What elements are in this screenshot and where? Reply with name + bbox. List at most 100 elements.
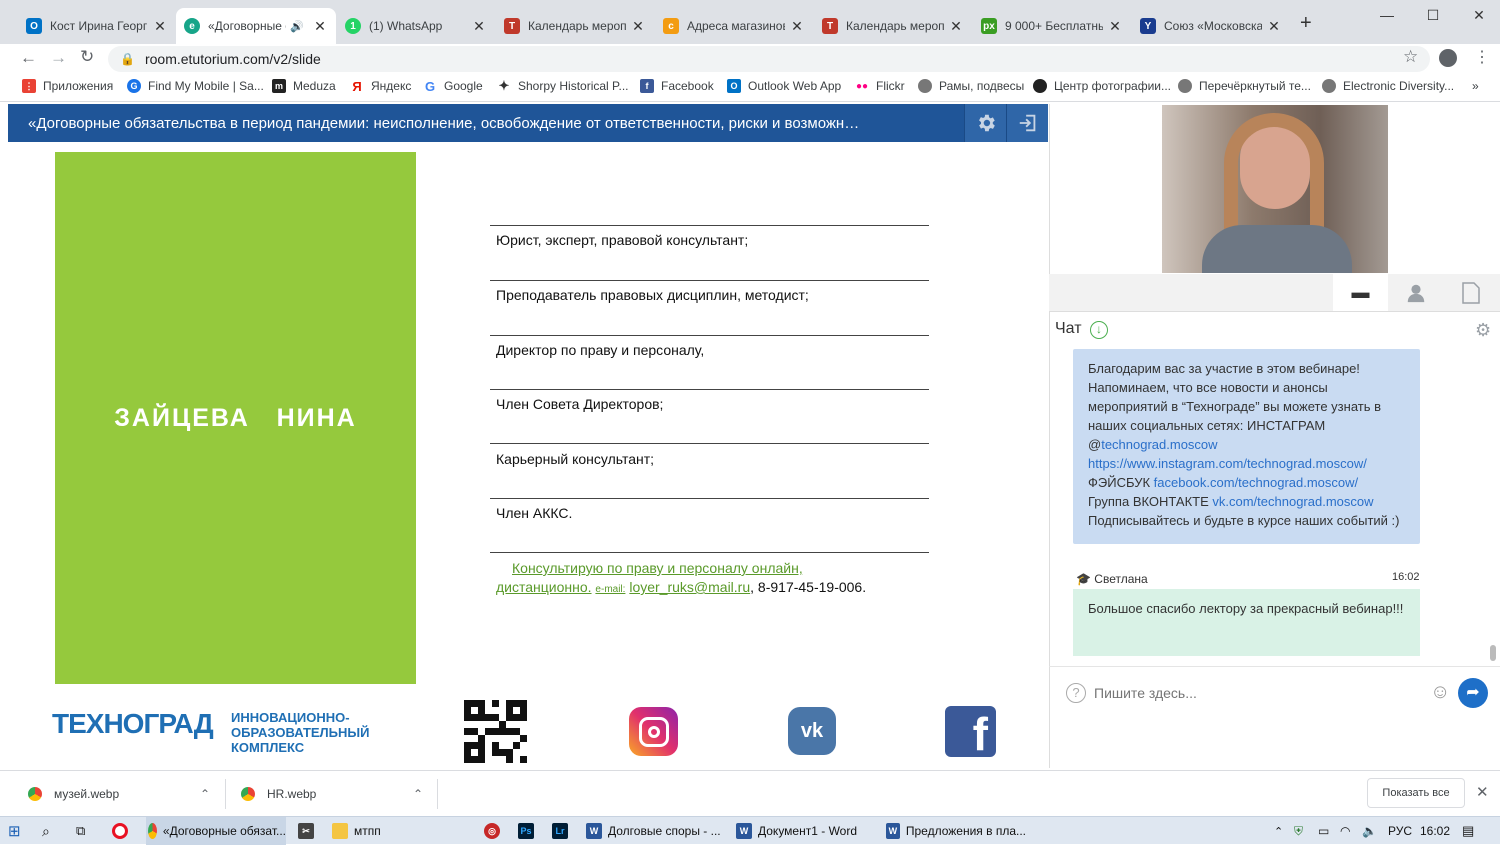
divider [490, 225, 929, 226]
tab[interactable]: T Календарь меропр ✕ [814, 8, 972, 44]
chevron-up-icon[interactable]: ⌃ [200, 787, 210, 801]
profile-icon[interactable] [1439, 49, 1457, 67]
chat-link[interactable]: vk.com/technograd.moscow [1212, 494, 1373, 509]
wifi-icon[interactable]: ◠ [1340, 817, 1350, 845]
language-indicator[interactable]: РУС [1388, 817, 1412, 845]
chat-settings-icon[interactable]: ⚙ [1475, 320, 1491, 341]
task-view-icon[interactable]: ⧉ [76, 817, 85, 845]
bookmark-item[interactable]: G Google [423, 79, 483, 94]
bookmark-item[interactable]: ✦ Shorpy Historical P... [497, 78, 629, 93]
close-window-button[interactable]: ✕ [1456, 0, 1500, 30]
tab[interactable]: px 9 000+ Бесплатные ✕ [973, 8, 1131, 44]
chat-tab-icon[interactable]: ▬ [1333, 274, 1388, 311]
chat-link[interactable]: facebook.com/technograd.moscow/ [1154, 475, 1359, 490]
tab[interactable]: c Адреса магазинов ✕ [655, 8, 813, 44]
email-link[interactable]: loyer_ruks@mail.ru [629, 579, 750, 595]
show-all-button[interactable]: Показать все [1367, 778, 1465, 808]
search-icon[interactable]: ⌕ [42, 817, 50, 845]
instagram-icon[interactable] [629, 707, 678, 756]
tab[interactable]: O Кост Ирина Георги ✕ [18, 8, 176, 44]
close-tab-icon[interactable]: ✕ [1266, 18, 1282, 35]
chat-link[interactable]: technograd.moscow [1101, 437, 1217, 452]
close-tab-icon[interactable]: ✕ [312, 18, 328, 35]
close-downloads-icon[interactable]: ✕ [1476, 783, 1489, 801]
maximize-button[interactable]: ☐ [1410, 0, 1456, 30]
bookmark-item[interactable]: Центр фотографии... [1033, 79, 1171, 93]
chat-scrollbar[interactable] [1490, 645, 1496, 661]
taskbar-app[interactable]: W Долговые споры - ... [586, 817, 726, 845]
divider [490, 443, 929, 444]
minimize-button[interactable]: — [1364, 0, 1410, 30]
taskbar-pinned-app[interactable]: Ps [518, 817, 540, 845]
close-tab-icon[interactable]: ✕ [948, 18, 964, 35]
menu-icon[interactable]: ⋮ [1474, 47, 1490, 67]
volume-icon[interactable]: 🔈 [1362, 817, 1377, 845]
tray-expand-icon[interactable]: ⌃ [1274, 817, 1283, 845]
windows-start-icon[interactable]: ⊞ [8, 817, 21, 845]
clock[interactable]: 16:02 [1420, 817, 1450, 845]
security-icon[interactable]: ⛨ [1294, 817, 1303, 845]
chat-input[interactable] [1094, 681, 1424, 705]
photoshop-icon: Ps [518, 823, 534, 839]
settings-button[interactable] [964, 104, 1006, 142]
chevron-up-icon[interactable]: ⌃ [413, 787, 423, 801]
word-icon: W [586, 823, 602, 839]
download-item[interactable]: музей.webp ⌃ [28, 771, 210, 817]
close-tab-icon[interactable]: ✕ [1107, 18, 1123, 35]
vk-icon[interactable]: vk [788, 707, 836, 755]
bookmark-item[interactable]: m Meduza [272, 79, 336, 93]
bookmark-item[interactable]: Перечёркнутый те... [1178, 79, 1311, 93]
bookmark-item[interactable]: Я Яндекс [350, 79, 411, 94]
taskbar-pinned-app[interactable]: ✂ [298, 817, 320, 845]
tab[interactable]: 1 (1) WhatsApp ✕ [337, 8, 495, 44]
taskbar-app[interactable]: мтпп [332, 817, 472, 845]
role-item: Карьерный консультант; [496, 451, 655, 467]
slide-title-bar: «Договорные обязательства в период панде… [8, 104, 1048, 142]
bookmark-apps[interactable]: ⋮ Приложения [22, 79, 113, 93]
bookmark-item[interactable]: ●● Flickr [855, 79, 905, 93]
facebook-icon[interactable]: f [945, 706, 996, 757]
graduation-cap-icon: 🎓 [1076, 572, 1091, 586]
message-author: 🎓 Светлана [1076, 572, 1148, 586]
emoji-icon[interactable]: ☺ [1430, 681, 1450, 704]
scroll-down-icon[interactable]: ↓ [1090, 321, 1108, 339]
forward-icon[interactable]: → [50, 48, 67, 68]
close-tab-icon[interactable]: ✕ [630, 18, 646, 35]
back-icon[interactable]: ← [20, 48, 37, 68]
close-tab-icon[interactable]: ✕ [152, 18, 168, 35]
gear-icon [978, 114, 995, 132]
exit-button[interactable] [1006, 104, 1048, 142]
taskbar-app[interactable]: «Договорные обязат... [146, 817, 286, 845]
taskbar-pinned-app[interactable]: ◎ [484, 817, 506, 845]
bookmark-item[interactable]: Electronic Diversity... [1322, 79, 1454, 93]
help-icon[interactable]: ? [1066, 683, 1086, 703]
new-tab-button[interactable]: + [1300, 12, 1312, 35]
participants-tab-icon[interactable] [1388, 274, 1443, 311]
facebook-icon: f [640, 79, 654, 93]
bookmark-item[interactable]: f Facebook [640, 79, 714, 93]
send-button[interactable]: ➦ [1458, 678, 1488, 708]
role-item: Член АККС. [496, 505, 573, 521]
close-tab-icon[interactable]: ✕ [471, 18, 487, 35]
tab[interactable]: T Календарь меропр ✕ [496, 8, 654, 44]
address-bar[interactable]: 🔒 room.etutorium.com/v2/slide [108, 46, 1430, 72]
star-icon[interactable]: ☆ [1403, 47, 1418, 67]
bookmark-item[interactable]: G Find My Mobile | Sa... [127, 79, 264, 93]
chat-link[interactable]: https://www.instagram.com/technograd.mos… [1088, 456, 1367, 471]
reload-icon[interactable]: ↻ [80, 47, 94, 67]
opera-icon[interactable] [112, 817, 134, 845]
taskbar-app[interactable]: W Документ1 - Word [736, 817, 876, 845]
tab[interactable]: Y Союз «Московска ✕ [1132, 8, 1290, 44]
speaker-icon[interactable]: 🔊 [290, 20, 304, 33]
tab-active[interactable]: e «Договорные о 🔊 ✕ [176, 8, 336, 44]
close-tab-icon[interactable]: ✕ [789, 18, 805, 35]
files-tab-icon[interactable] [1443, 274, 1498, 311]
bookmarks-overflow[interactable]: » [1472, 79, 1479, 93]
bookmark-item[interactable]: O Outlook Web App [727, 79, 841, 93]
notifications-icon[interactable]: ▤ [1462, 817, 1474, 845]
taskbar-app[interactable]: W Предложения в пла... [886, 817, 1026, 845]
battery-icon[interactable]: ▭ [1318, 817, 1329, 845]
taskbar-pinned-app[interactable]: Lr [552, 817, 574, 845]
download-item[interactable]: HR.webp ⌃ [241, 771, 423, 817]
bookmark-item[interactable]: Рамы, подвесы [918, 79, 1024, 93]
